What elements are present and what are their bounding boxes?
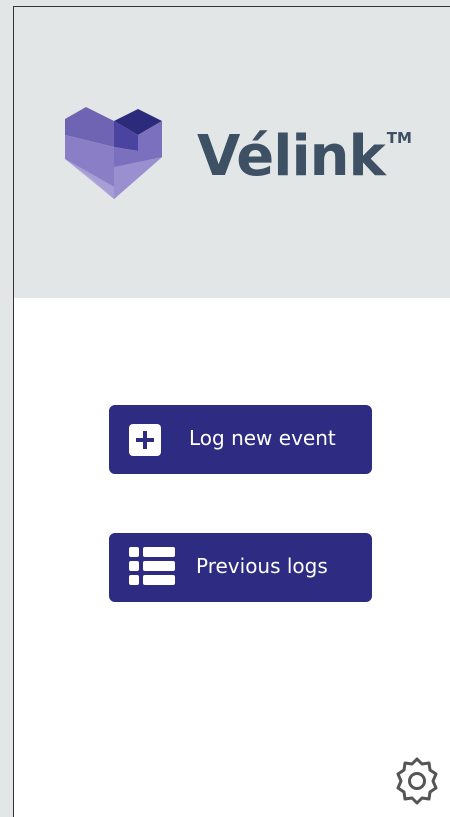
log-new-event-button[interactable]: Log new event [109, 405, 372, 474]
plus-square-icon [129, 424, 161, 456]
list-icon [129, 547, 175, 585]
trademark-mark: TM [386, 129, 412, 147]
brand-name: Vélink [197, 124, 386, 189]
header: Vélink TM [14, 7, 450, 298]
gear-icon[interactable] [392, 756, 442, 806]
velink-logo-icon [65, 107, 162, 199]
app-frame: Vélink TM Log new event Previous logs [0, 0, 450, 817]
previous-logs-label: Previous logs [196, 554, 328, 578]
log-new-event-label: Log new event [189, 426, 336, 450]
main-panel: Vélink TM Log new event Previous logs [13, 6, 450, 817]
brand: Vélink TM [197, 125, 412, 195]
previous-logs-button[interactable]: Previous logs [109, 533, 372, 602]
